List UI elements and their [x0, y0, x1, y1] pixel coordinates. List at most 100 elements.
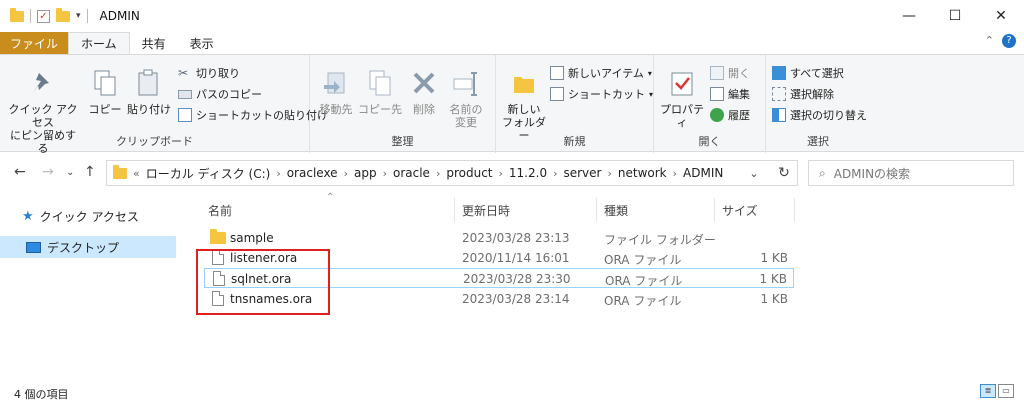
chevron-right-icon[interactable]: › [553, 167, 557, 180]
breadcrumb-app[interactable]: app [354, 166, 377, 180]
properties-check-icon[interactable]: ✓ [37, 9, 50, 23]
breadcrumb-oraclexe[interactable]: oraclexe [287, 166, 338, 180]
cut-label: 切り取り [196, 67, 240, 80]
scissors-icon: ✂ [178, 66, 189, 80]
item-count: 4 個の項目 [14, 388, 69, 401]
copy-path-button[interactable]: パスのコピー [178, 86, 262, 102]
details-view-icon[interactable]: ≣ [980, 384, 996, 398]
chevron-right-icon[interactable]: › [344, 167, 348, 180]
forward-arrow-icon[interactable]: → [42, 164, 54, 180]
file-row-sample[interactable]: sample 2023/03/28 23:13 ファイル フォルダー [204, 228, 794, 248]
breadcrumb-network[interactable]: network [618, 166, 667, 180]
open-group-label: 開く [698, 135, 721, 148]
select-none-icon [772, 87, 786, 101]
rename-label-line2: 変更 [455, 116, 477, 129]
file-type: ORA ファイル [605, 274, 683, 288]
move-to-button[interactable]: 移動先 [314, 67, 358, 116]
recent-locations-chevron-icon[interactable]: ⌄ [66, 167, 74, 178]
breadcrumb-admin[interactable]: ADMIN [683, 166, 723, 180]
minimize-button[interactable]: — [886, 0, 932, 32]
select-all-label: すべて選択 [790, 67, 844, 80]
column-header-name[interactable]: 名前 [208, 202, 232, 219]
clipboard-group: クイック アクセス にピン留めする コピー 貼り付け ✂ 切り取り パスのコピー… [0, 55, 328, 155]
search-placeholder: ADMINの検索 [833, 166, 911, 181]
up-arrow-icon[interactable]: ↑ [84, 164, 96, 180]
chevron-right-icon[interactable]: › [383, 167, 387, 180]
chevron-right-icon[interactable]: › [607, 167, 611, 180]
edit-label: 編集 [728, 88, 750, 101]
large-icons-view-icon[interactable]: ▭ [998, 384, 1014, 398]
file-modified: 2023/03/28 23:30 [463, 272, 571, 286]
breadcrumb-product[interactable]: product [446, 166, 492, 180]
edit-button[interactable]: 編集 [710, 86, 750, 102]
chevron-right-icon[interactable]: › [499, 167, 503, 180]
clipboard-group-label: クリップボード [116, 135, 193, 148]
copy-to-button[interactable]: コピー先 [358, 67, 402, 116]
copy-path-label: パスのコピー [196, 88, 262, 101]
easy-access-button[interactable]: ショートカット ▾ [550, 86, 653, 102]
tab-home[interactable]: ホーム [68, 32, 130, 54]
paste-shortcut-button[interactable]: ショートカットの貼り付け [178, 107, 328, 123]
column-divider[interactable] [596, 198, 597, 222]
address-history-chevron-icon[interactable]: ⌄ [744, 160, 764, 186]
chevron-right-icon[interactable]: › [436, 167, 440, 180]
new-folder-button[interactable]: 新しい フォルダー [498, 67, 550, 142]
paste-shortcut-icon [178, 108, 192, 122]
close-button[interactable]: ✕ [978, 0, 1024, 32]
select-none-button[interactable]: 選択解除 [772, 86, 834, 102]
file-size: 1 KB [760, 251, 788, 265]
select-all-button[interactable]: すべて選択 [772, 65, 844, 81]
shortcut-label: ショートカット [568, 88, 645, 101]
pin-label-line1: クイック アクセス [8, 103, 78, 129]
history-button[interactable]: 履歴 [710, 107, 750, 123]
new-folder-label-line1: 新しい [507, 103, 541, 116]
back-arrow-icon[interactable]: ← [14, 164, 26, 180]
shortcut-icon [550, 87, 564, 101]
title-bar: ✓ ▾ ADMIN — ☐ ✕ [0, 0, 1024, 32]
overflow-chevron-icon[interactable]: « [133, 167, 140, 180]
open-button[interactable]: 開く [710, 65, 750, 81]
new-group-label: 新規 [563, 135, 586, 148]
help-icon[interactable]: ? [1002, 34, 1016, 48]
select-none-label: 選択解除 [790, 88, 834, 101]
breadcrumb-version[interactable]: 11.2.0 [509, 166, 547, 180]
column-divider[interactable] [714, 198, 715, 222]
tab-share[interactable]: 共有 [130, 32, 178, 54]
chevron-right-icon[interactable]: › [673, 167, 677, 180]
rename-button[interactable]: 名前の 変更 [444, 67, 488, 129]
column-header-type[interactable]: 種類 [604, 202, 628, 219]
copy-button[interactable]: コピー [88, 67, 122, 116]
tab-view[interactable]: 表示 [178, 32, 226, 54]
cut-button[interactable]: ✂ 切り取り [178, 65, 240, 81]
paste-icon [138, 69, 158, 96]
breadcrumb-oracle[interactable]: oracle [393, 166, 430, 180]
file-type: ORA ファイル [604, 294, 682, 308]
desktop-icon [26, 241, 41, 253]
open-icon [710, 66, 724, 80]
new-item-button[interactable]: 新しいアイテム ▾ [550, 65, 652, 81]
refresh-icon[interactable]: ↻ [770, 160, 798, 186]
chevron-right-icon[interactable]: › [276, 167, 280, 180]
tab-file[interactable]: ファイル [0, 32, 69, 54]
customize-toolbar-icon[interactable]: ▾ [76, 11, 81, 21]
column-header-size[interactable]: サイズ [722, 202, 758, 219]
delete-button[interactable]: 削除 [406, 67, 442, 116]
breadcrumb-local-disk[interactable]: ローカル ディスク (C:) [146, 165, 271, 182]
properties-button[interactable]: プロパティ [656, 67, 708, 129]
column-header-modified[interactable]: 更新日時 [462, 202, 510, 219]
breadcrumb-server[interactable]: server [563, 166, 601, 180]
collapse-ribbon-icon[interactable]: ⌃ [985, 34, 994, 48]
search-input[interactable]: ⌕ ADMINの検索 [808, 160, 1014, 186]
maximize-button[interactable]: ☐ [932, 0, 978, 32]
paste-button[interactable]: 貼り付け [124, 67, 174, 116]
quick-access-toolbar: ✓ ▾ ADMIN [0, 7, 140, 23]
address-bar[interactable]: « ローカル ディスク (C:) › oraclexe › app › orac… [106, 160, 798, 186]
new-folder-icon[interactable] [56, 7, 70, 22]
invert-selection-button[interactable]: 選択の切り替え [772, 107, 867, 123]
nav-item-desktop[interactable]: デスクトップ [0, 236, 176, 258]
column-divider[interactable] [794, 198, 795, 222]
file-type: ORA ファイル [604, 253, 682, 267]
nav-item-quick-access[interactable]: ★ クイック アクセス [22, 208, 139, 225]
column-divider[interactable] [454, 198, 455, 222]
properties-label: プロパティ [660, 103, 704, 129]
